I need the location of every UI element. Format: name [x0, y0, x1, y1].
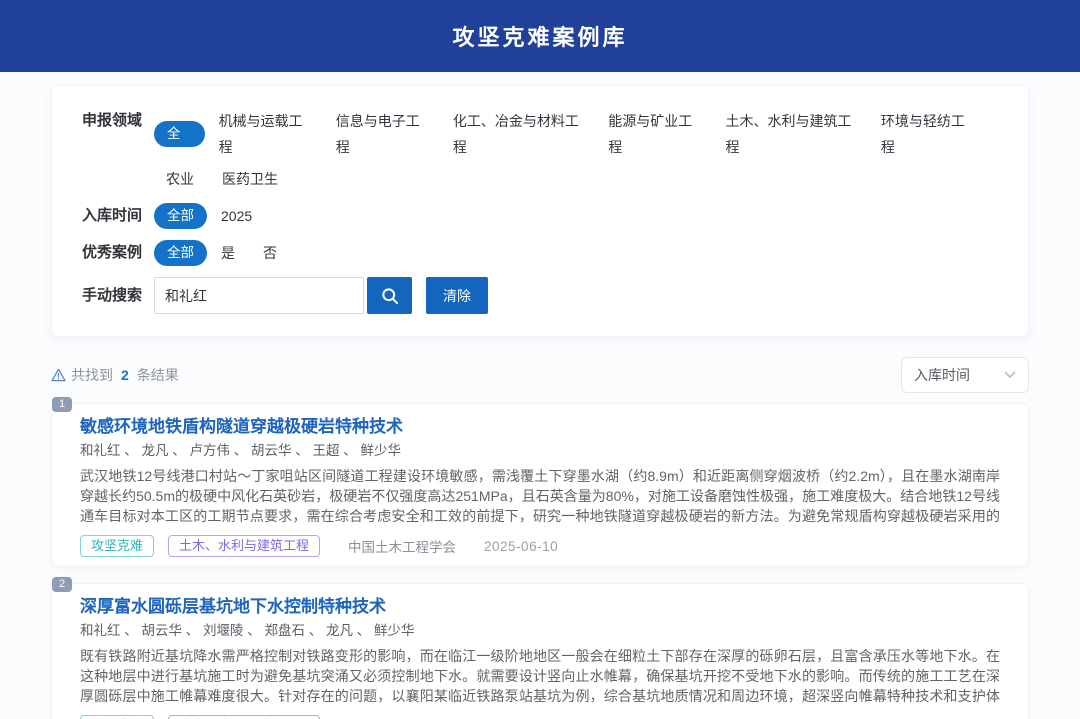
field-option-medical[interactable]: 医药卫生 [222, 166, 278, 192]
filter-row-time: 入库时间 全部 2025 [82, 203, 998, 229]
field-options-line2: 农业 医药卫生 [154, 166, 998, 192]
field-option-all[interactable]: 全部 [154, 121, 205, 147]
chevron-down-icon [1004, 371, 1016, 379]
sort-dropdown-value: 入库时间 [914, 365, 970, 385]
excellent-option-no[interactable]: 否 [263, 240, 277, 266]
field-option-agriculture[interactable]: 农业 [166, 166, 194, 192]
field-option-environment[interactable]: 环境与轻纺工程 [881, 108, 970, 160]
filter-label-time: 入库时间 [82, 203, 144, 229]
filter-label-search: 手动搜索 [82, 283, 144, 309]
case-card: 1 敏感环境地铁盾构隧道穿越极硬岩特种技术 和礼红 、 龙凡 、 卢方伟 、 胡… [51, 403, 1029, 567]
tag-category: 攻坚克难 [80, 715, 154, 719]
warning-icon [51, 368, 66, 382]
case-meta: 攻坚克难 土木、水利与建筑工程 中国土木工程学会 2025-06-10 [80, 534, 1000, 558]
card-index-badge: 1 [52, 397, 72, 412]
time-option-2025[interactable]: 2025 [221, 203, 252, 229]
filter-row-search: 手动搜索 清除 [82, 277, 998, 314]
time-option-all[interactable]: 全部 [154, 203, 207, 229]
excellent-options: 全部 是 否 [154, 240, 305, 266]
case-description: 武汉地铁12号线港口村站～丁家咀站区间隧道工程建设环境敏感，需浅覆土下穿墨水湖（… [80, 466, 1000, 526]
case-organization: 中国土木工程学会 [348, 536, 456, 556]
case-title-link[interactable]: 深厚富水圆砾层基坑地下水控制特种技术 [80, 596, 1000, 618]
filter-panel: 申报领域 全部 机械与运载工程 信息与电子工程 化工、冶金与材料工程 能源与矿业… [51, 85, 1029, 337]
filter-row-field: 申报领域 全部 机械与运载工程 信息与电子工程 化工、冶金与材料工程 能源与矿业… [82, 108, 998, 192]
search-button[interactable] [367, 277, 412, 314]
case-date: 2025-06-10 [484, 539, 558, 554]
search-icon [380, 286, 400, 306]
tag-field: 土木、水利与建筑工程 [168, 535, 320, 557]
case-meta: 攻坚克难 土木、水利与建筑工程 中国土木工程学会 2025-06-10 [80, 714, 1000, 719]
main-content: 申报领域 全部 机械与运载工程 信息与电子工程 化工、冶金与材料工程 能源与矿业… [51, 85, 1029, 719]
results-count: 共找到 2 条结果 [51, 365, 179, 385]
app-header: 攻坚克难案例库 [0, 0, 1080, 72]
results-count-prefix: 共找到 [71, 365, 113, 385]
field-options-line1: 全部 机械与运载工程 信息与电子工程 化工、冶金与材料工程 能源与矿业工程 土木… [154, 108, 998, 160]
tag-category: 攻坚克难 [80, 535, 154, 557]
results-bar: 共找到 2 条结果 入库时间 [51, 357, 1029, 393]
search-input[interactable] [154, 277, 364, 314]
case-title-link[interactable]: 敏感环境地铁盾构隧道穿越极硬岩特种技术 [80, 416, 1000, 438]
field-option-energy[interactable]: 能源与矿业工程 [608, 108, 697, 160]
results-count-suffix: 条结果 [137, 365, 179, 385]
sort-dropdown[interactable]: 入库时间 [901, 357, 1029, 393]
case-description: 既有铁路附近基坑降水需严格控制对铁路变形的影响，而在临江一级阶地地区一般会在细粒… [80, 646, 1000, 706]
excellent-option-yes[interactable]: 是 [221, 240, 235, 266]
filter-row-excellent: 优秀案例 全部 是 否 [82, 240, 998, 266]
case-authors: 和礼红 、 胡云华 、 刘堰陵 、 郑盘石 、 龙凡 、 鲜少华 [80, 622, 1000, 640]
filter-label-excellent: 优秀案例 [82, 240, 144, 266]
case-authors: 和礼红 、 龙凡 、 卢方伟 、 胡云华 、 王超 、 鲜少华 [80, 442, 1000, 460]
field-option-mechanical[interactable]: 机械与运载工程 [219, 108, 308, 160]
case-card: 2 深厚富水圆砾层基坑地下水控制特种技术 和礼红 、 胡云华 、 刘堰陵 、 郑… [51, 583, 1029, 719]
field-option-civil[interactable]: 土木、水利与建筑工程 [725, 108, 852, 160]
card-index-badge: 2 [52, 577, 72, 592]
filter-label-field: 申报领域 [82, 108, 144, 134]
field-options: 全部 机械与运载工程 信息与电子工程 化工、冶金与材料工程 能源与矿业工程 土木… [154, 108, 998, 192]
time-options: 全部 2025 [154, 203, 280, 229]
field-option-electronic[interactable]: 信息与电子工程 [336, 108, 425, 160]
excellent-option-all[interactable]: 全部 [154, 240, 207, 266]
page-title: 攻坚克难案例库 [452, 20, 627, 52]
tag-field: 土木、水利与建筑工程 [168, 715, 320, 719]
field-option-chemical[interactable]: 化工、冶金与材料工程 [453, 108, 580, 160]
results-count-number: 2 [121, 367, 129, 383]
clear-button[interactable]: 清除 [426, 277, 488, 314]
